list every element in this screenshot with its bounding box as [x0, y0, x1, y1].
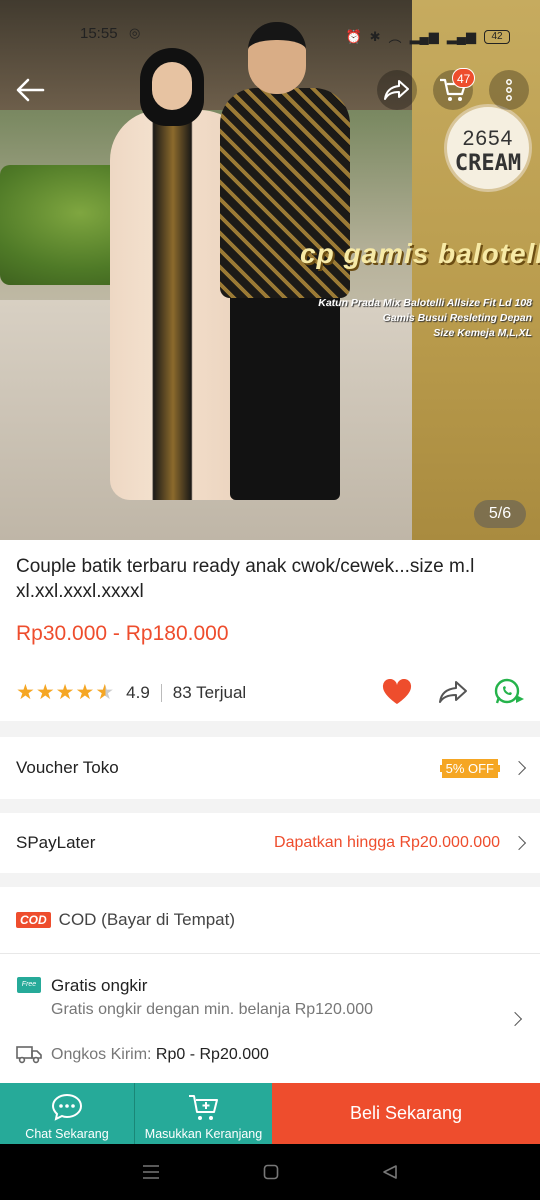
star-half-icon: ★ [95, 681, 115, 704]
voucher-row[interactable]: Voucher Toko 5% OFF [0, 737, 540, 799]
whatsapp-share-icon[interactable] [494, 678, 526, 706]
product-tone: CREAM [454, 151, 522, 176]
chat-icon [51, 1093, 83, 1121]
image-background-roof [0, 0, 420, 110]
shipping-section[interactable]: Free Gratis ongkir Gratis ongkir dengan … [0, 962, 540, 1082]
cod-label: COD (Bayar di Tempat) [58, 910, 236, 929]
free-shipping-icon: Free [17, 977, 41, 993]
paylater-row[interactable]: SPayLater Dapatkan hingga Rp20.000.000 [0, 813, 540, 873]
rating-value: 4.9 [126, 683, 150, 702]
share-button[interactable] [377, 70, 417, 110]
add-to-cart-label: Masukkan Keranjang [144, 1127, 263, 1141]
paylater-right: Dapatkan hingga Rp20.000.000 [274, 834, 527, 852]
shipping-cost: Ongkos Kirim: Rp0 - Rp20.000 [51, 1046, 269, 1064]
share-icon[interactable] [438, 680, 468, 704]
battery-icon: 42 [484, 29, 510, 44]
recent-apps-icon[interactable] [142, 1164, 160, 1180]
system-navigation-bar [0, 1144, 540, 1200]
chevron-right-icon [507, 1011, 523, 1027]
cod-row: COD COD (Bayar di Tempat) [0, 887, 540, 953]
product-code: 2654 [462, 127, 514, 150]
add-to-cart-button[interactable]: Masukkan Keranjang [135, 1083, 272, 1144]
model-woman-face [152, 62, 192, 110]
truck-icon [16, 1046, 42, 1064]
rating-stars: ★ ★ ★ ★ ★ [16, 682, 114, 704]
heart-icon[interactable] [382, 679, 412, 705]
shipping-cost-value: Rp0 - Rp20.000 [155, 1046, 269, 1063]
shipping-cost-label: Ongkos Kirim: [51, 1046, 152, 1063]
product-title: Couple batik terbaru ready anak cwok/cew… [16, 556, 475, 602]
voucher-right: 5% OFF [439, 758, 527, 778]
section-gap [0, 799, 540, 813]
arrow-left-icon [16, 78, 45, 102]
status-time: 15:55 [80, 25, 118, 42]
free-shipping-title: Gratis ongkir [51, 976, 148, 995]
wifi-icon: ︵ [388, 30, 402, 45]
bottom-action-bar: Chat Sekarang Masukkan Keranjang Beli Se… [0, 1083, 540, 1144]
image-caption-line: Gamis Busui Resleting Depan [382, 312, 532, 324]
star-icon: ★ [16, 681, 35, 704]
voucher-tag: 5% OFF [439, 758, 500, 778]
paylater-info: Dapatkan hingga Rp20.000.000 [274, 834, 500, 851]
cart-count-badge: 47 [452, 68, 476, 88]
image-watermark: cp gamis balotelli [300, 238, 540, 269]
whatsapp-notification-icon: ◎ [129, 25, 141, 40]
model-man-head [248, 22, 306, 94]
divider [160, 684, 162, 702]
product-code-badge: 2654 CREAM [444, 104, 532, 192]
section-gap [0, 721, 540, 737]
share-icon [384, 80, 409, 100]
image-caption: Katun Prada Mix Balotelli Allsize Fit Ld… [302, 296, 532, 341]
chat-now-button[interactable]: Chat Sekarang [0, 1083, 135, 1144]
rating-row: ★ ★ ★ ★ ★ 4.9 83 Terjual [16, 678, 526, 708]
chevron-right-icon [511, 760, 527, 776]
image-page-indicator: 5/6 [474, 500, 526, 528]
divider [0, 953, 540, 954]
home-icon[interactable] [263, 1164, 279, 1180]
back-button[interactable] [10, 70, 50, 110]
product-actions [382, 678, 526, 706]
more-options-button[interactable] [489, 70, 529, 110]
buy-now-button[interactable]: Beli Sekarang [272, 1083, 540, 1144]
signal-icon: ▂▄▆ [446, 28, 476, 44]
image-caption-line: Katun Prada Mix Balotelli Allsize Fit Ld… [318, 297, 532, 309]
add-to-cart-icon [188, 1095, 218, 1120]
star-icon: ★ [55, 681, 75, 704]
chat-now-label: Chat Sekarang [25, 1127, 109, 1141]
signal-icon: ▂▄▆ [409, 28, 439, 44]
bluetooth-icon: ✱ [369, 28, 381, 44]
status-icons: ⏰ ✱ ︵ ▂▄▆ ▂▄▆ 42 [345, 27, 510, 46]
star-icon: ★ [75, 681, 95, 704]
paylater-label: SPayLater [16, 833, 96, 852]
voucher-label: Voucher Toko [16, 758, 119, 777]
cod-badge: COD [16, 912, 51, 928]
sold-count: 83 Terjual [172, 683, 247, 702]
alarm-icon: ⏰ [345, 28, 362, 44]
free-shipping-subtitle: Gratis ongkir dengan min. belanja Rp120.… [51, 1001, 373, 1018]
image-caption-line: Size Kemeja M,L,XL [433, 327, 532, 339]
star-icon: ★ [35, 681, 55, 704]
more-vertical-icon [506, 79, 512, 101]
section-gap [0, 873, 540, 887]
product-price: Rp30.000 - Rp180.000 [16, 622, 229, 645]
system-back-icon[interactable] [382, 1164, 398, 1180]
chevron-right-icon [511, 835, 527, 851]
